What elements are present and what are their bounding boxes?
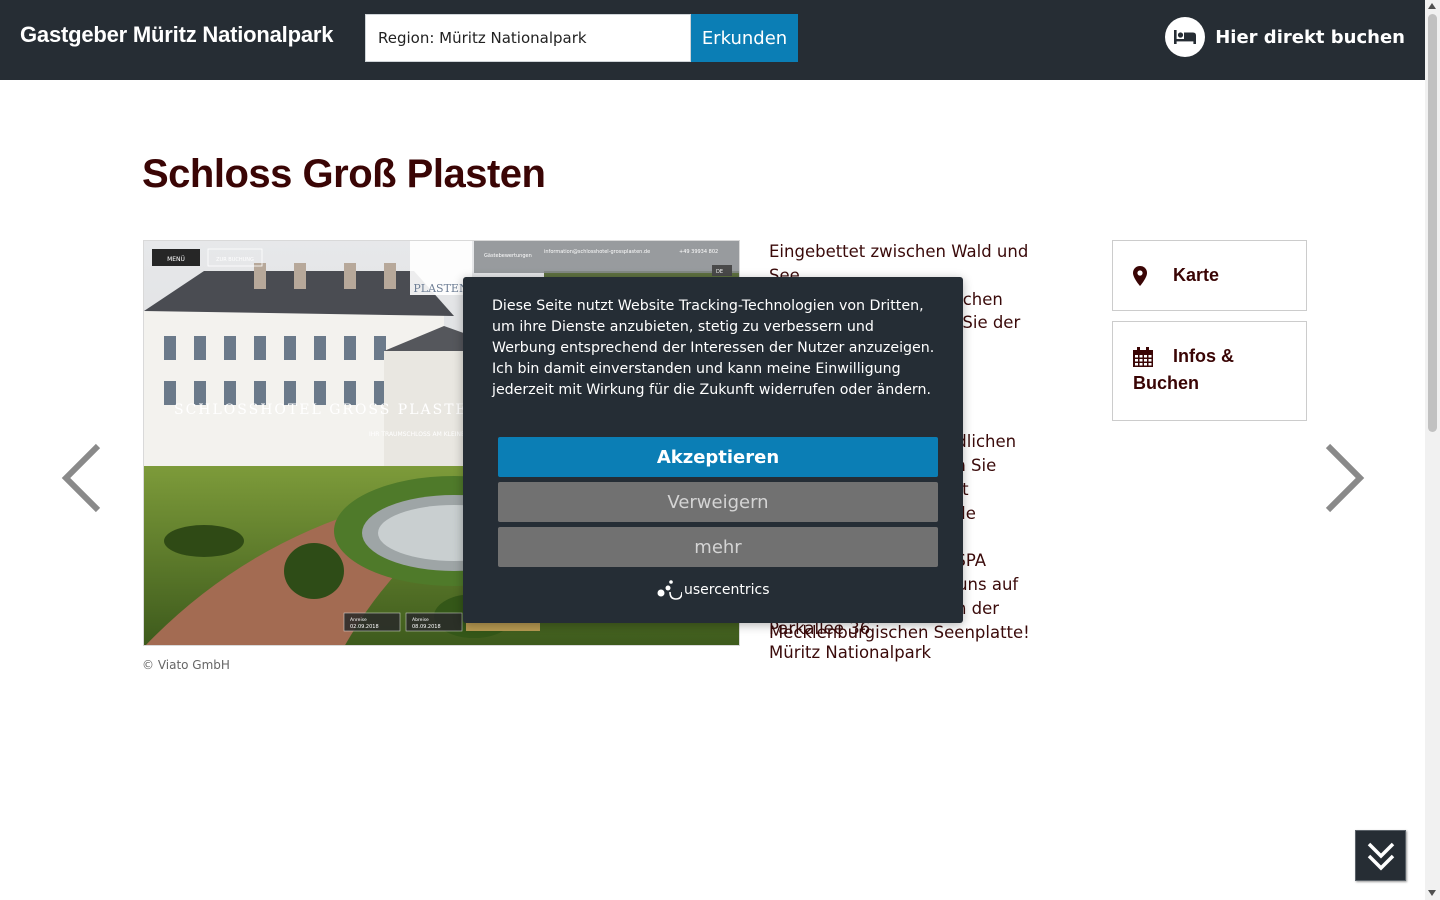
- map-card-label: Karte: [1173, 265, 1220, 285]
- photo-departure-date: 08.09.2018: [412, 624, 441, 630]
- cookie-consent-text: Diese Seite nutzt Website Tracking-Techn…: [492, 298, 935, 398]
- photo-departure-label: Abreise: [412, 617, 429, 623]
- info-book-card-button[interactable]: Infos & Buchen: [1112, 321, 1307, 421]
- photo-lang-label: DE: [716, 269, 723, 275]
- slider-prev-button[interactable]: [56, 440, 112, 520]
- book-direct-link[interactable]: Hier direkt buchen: [1165, 17, 1405, 57]
- region-search-input[interactable]: [365, 14, 691, 62]
- photo-credit: © Viato GmbH: [142, 658, 230, 672]
- accept-cookies-button[interactable]: Akzeptieren: [498, 437, 938, 477]
- info-book-label-line2: Buchen: [1133, 373, 1200, 393]
- explore-button[interactable]: Erkunden: [691, 14, 798, 62]
- photo-phone-text: +49 39934 802: [679, 249, 718, 255]
- deny-cookies-button[interactable]: Verweigern: [498, 482, 938, 522]
- chevron-left-icon: [61, 443, 101, 513]
- address-region: Müritz Nationalpark: [769, 643, 932, 662]
- chevron-right-icon: [1325, 443, 1365, 513]
- scroll-down-arrow-icon[interactable]: [1428, 890, 1436, 896]
- usercentrics-logo-text: usercentrics: [684, 582, 770, 598]
- scroll-thumb[interactable]: [1428, 14, 1437, 432]
- photo-logo-text: PLASTEN: [413, 282, 469, 295]
- scroll-down-button[interactable]: [1355, 830, 1406, 881]
- map-marker-icon: [1133, 266, 1147, 286]
- top-header: Gastgeber Müritz Nationalpark Erkunden H…: [0, 0, 1425, 80]
- usercentrics-logo: usercentrics: [656, 579, 770, 601]
- bed-icon: [1165, 17, 1206, 57]
- page-scrollbar[interactable]: [1425, 0, 1440, 900]
- photo-tagline: IHR TRAUMSCHLOSS AM KLEINEN: [369, 431, 469, 438]
- map-card-button[interactable]: Karte: [1112, 240, 1307, 311]
- calendar-icon: [1133, 346, 1153, 367]
- hotel-address: Parkallee 36 Müritz Nationalpark: [769, 617, 931, 665]
- site-title[interactable]: Gastgeber Müritz Nationalpark: [20, 22, 333, 48]
- usercentrics-logo-icon: [657, 580, 682, 600]
- photo-booking-label: ZUR BUCHUNG: [216, 257, 254, 263]
- photo-arrival-date: 02.09.2018: [350, 624, 379, 630]
- photo-email-text: information@schlosshotel-grossplasten.de: [544, 249, 650, 255]
- photo-reviews-label: Gästebewertungen: [484, 253, 532, 259]
- scroll-up-arrow-icon[interactable]: [1428, 3, 1436, 9]
- double-chevron-down-icon: [1367, 842, 1395, 871]
- slider-next-button[interactable]: [1316, 440, 1372, 520]
- cookie-consent-dialog: Diese Seite nutzt Website Tracking-Techn…: [463, 277, 963, 623]
- info-book-label-line1: Infos &: [1173, 346, 1234, 366]
- page-title: Schloss Groß Plasten: [142, 152, 546, 196]
- photo-arrival-label: Anreise: [350, 617, 367, 623]
- photo-menu-label: MENÜ: [167, 256, 185, 263]
- book-direct-label: Hier direkt buchen: [1215, 26, 1405, 48]
- more-cookie-info-button[interactable]: mehr: [498, 527, 938, 567]
- photo-hotel-name: SCHLOSSHOTEL GROSS PLASTEN: [174, 402, 482, 418]
